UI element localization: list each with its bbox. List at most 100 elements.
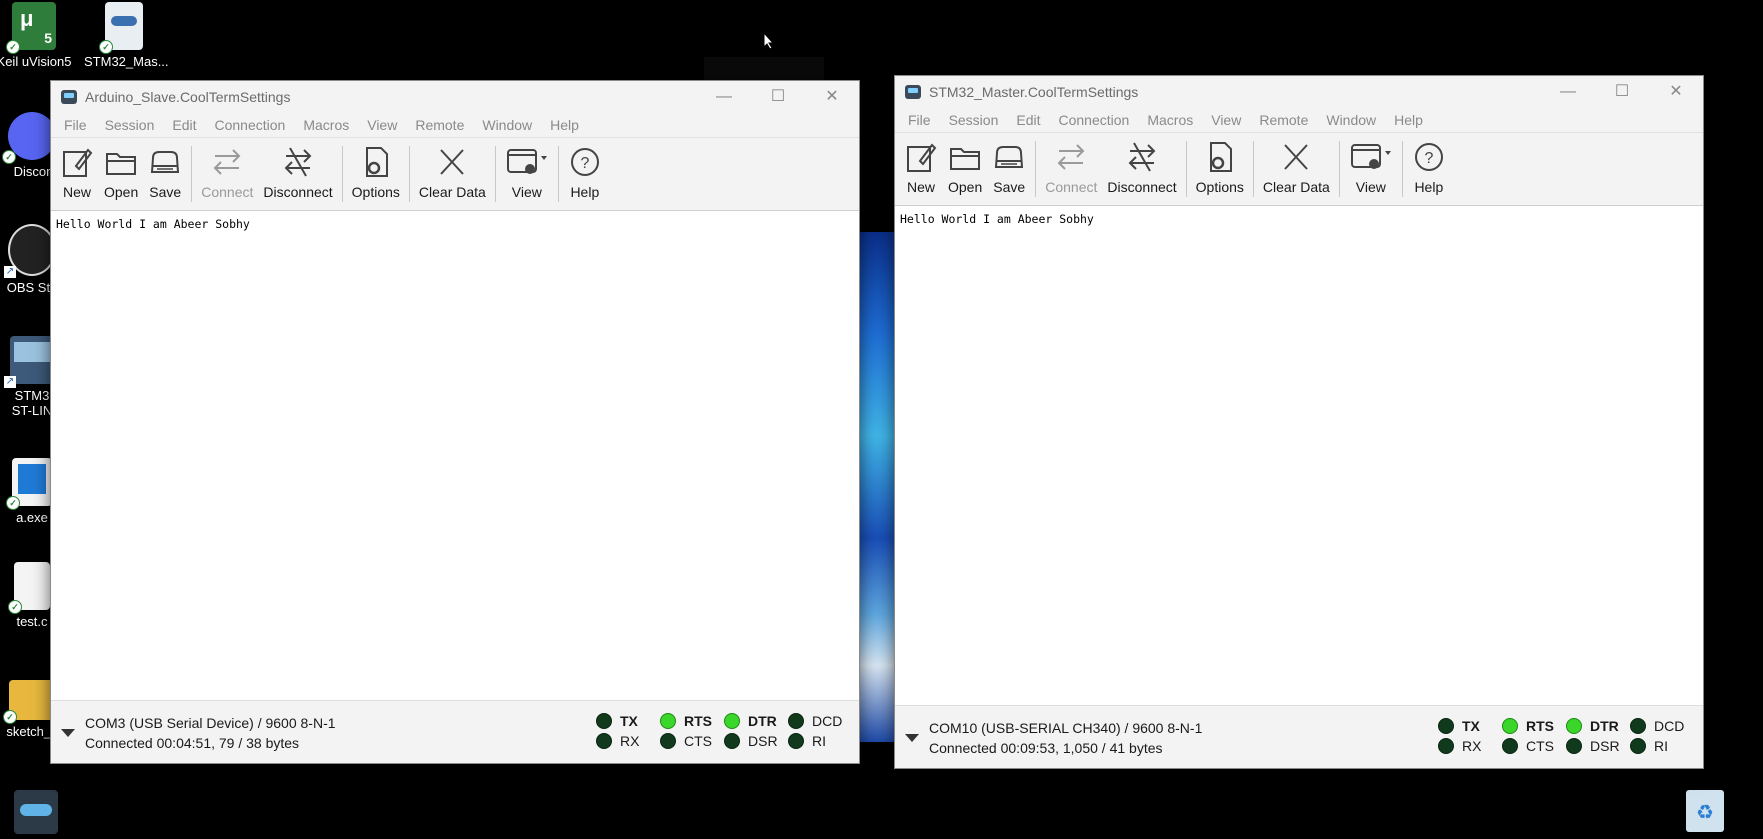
clear-data-button[interactable]: Clear Data xyxy=(414,138,491,210)
terminal-text: Hello World I am Abeer Sobhy xyxy=(900,212,1094,226)
help-button[interactable]: ? Help xyxy=(563,138,607,210)
menu-edit[interactable]: Edit xyxy=(1007,112,1049,128)
menu-view[interactable]: View xyxy=(358,117,406,133)
stlink-icon: ↗ xyxy=(4,336,54,388)
menu-session[interactable]: Session xyxy=(96,117,164,133)
toolbar-separator xyxy=(1035,141,1037,197)
title-bar[interactable]: Arduino_Slave.CoolTermSettings — ☐ ✕ xyxy=(51,81,859,113)
new-button[interactable]: New xyxy=(55,138,99,210)
menu-window[interactable]: Window xyxy=(473,117,541,133)
save-button[interactable]: Save xyxy=(143,138,187,210)
view-button[interactable]: View xyxy=(500,138,554,210)
led-indicator-icon xyxy=(660,733,676,749)
menu-macros[interactable]: Macros xyxy=(1138,112,1202,128)
led-indicator-icon xyxy=(1630,718,1646,734)
connect-button[interactable]: Connect xyxy=(1040,133,1102,205)
save-icon xyxy=(995,146,1024,168)
led-indicator-icon xyxy=(1566,738,1582,754)
maximize-icon[interactable]: ☐ xyxy=(751,81,805,113)
view-window-icon xyxy=(506,149,547,174)
options-button[interactable]: Options xyxy=(1191,133,1249,205)
svg-text:?: ? xyxy=(1424,150,1433,167)
led-ri: RI xyxy=(1630,738,1694,754)
led-indicator-icon xyxy=(788,713,804,729)
connection-status-text: Connected 00:04:51, 79 / 38 bytes xyxy=(85,735,300,751)
collapse-arrow-icon[interactable] xyxy=(905,734,919,742)
menu-macros[interactable]: Macros xyxy=(294,117,358,133)
led-rts: RTS xyxy=(660,713,724,729)
connect-button[interactable]: Connect xyxy=(196,138,258,210)
toolbar-separator xyxy=(1185,141,1187,197)
open-button[interactable]: Open xyxy=(943,133,987,205)
new-icon xyxy=(63,148,93,177)
menu-help[interactable]: Help xyxy=(541,117,588,133)
minimize-icon[interactable]: — xyxy=(697,81,751,113)
led-rts: RTS xyxy=(1502,718,1566,734)
menu-view[interactable]: View xyxy=(1202,112,1250,128)
toolbar-separator xyxy=(341,146,343,202)
status-bar: COM10 (USB-SERIAL CH340) / 9600 8-N-1 Co… xyxy=(895,705,1703,768)
menu-session[interactable]: Session xyxy=(940,112,1008,128)
close-icon[interactable]: ✕ xyxy=(1649,76,1703,108)
toolbar-separator xyxy=(408,146,410,202)
hover-tooltip-area xyxy=(704,57,824,81)
led-indicator-icon xyxy=(1630,738,1646,754)
led-ri: RI xyxy=(788,733,852,749)
help-button[interactable]: ? Help xyxy=(1407,133,1451,205)
open-button[interactable]: Open xyxy=(99,138,143,210)
recycle-bin-icon[interactable]: ♻ xyxy=(1686,790,1724,832)
led-indicator-icon xyxy=(1566,718,1582,734)
led-indicator-icon xyxy=(788,733,804,749)
coolterm-app-icon xyxy=(905,85,921,99)
desktop-icon-stm32-master-settings[interactable]: ✓ STM32_Mas... xyxy=(84,2,169,69)
menu-connection[interactable]: Connection xyxy=(1050,112,1139,128)
terminal-icon xyxy=(14,790,58,834)
led-indicator-icon xyxy=(1438,718,1454,734)
options-button[interactable]: Options xyxy=(347,138,405,210)
desktop-icon-coolterm[interactable] xyxy=(0,790,76,838)
close-icon[interactable]: ✕ xyxy=(805,81,859,113)
new-button[interactable]: New xyxy=(899,133,943,205)
led-rx: RX xyxy=(1438,738,1502,754)
toolbar: New Open Save Connect Disconnect Options… xyxy=(51,138,859,211)
menu-edit[interactable]: Edit xyxy=(163,117,205,133)
terminal-area[interactable]: Hello World I am Abeer Sobhy xyxy=(895,206,1703,707)
menu-file[interactable]: File xyxy=(899,112,940,128)
toolbar: New Open Save Connect Disconnect Options… xyxy=(895,133,1703,206)
desktop-icon-keil[interactable]: μ 5 ✓ Keil uVision5 xyxy=(0,2,74,69)
menu-remote[interactable]: Remote xyxy=(1250,112,1317,128)
mouse-cursor-icon xyxy=(763,32,775,50)
menu-help[interactable]: Help xyxy=(1385,112,1432,128)
led-cts: CTS xyxy=(1502,738,1566,754)
led-tx: TX xyxy=(596,713,660,729)
clear-data-button[interactable]: Clear Data xyxy=(1258,133,1335,205)
toolbar-separator xyxy=(1252,141,1254,197)
maximize-icon[interactable]: ☐ xyxy=(1595,76,1649,108)
options-gear-icon xyxy=(365,147,388,177)
terminal-area[interactable]: Hello World I am Abeer Sobhy xyxy=(51,211,859,702)
port-settings-text: COM3 (USB Serial Device) / 9600 8-N-1 xyxy=(85,715,336,731)
led-tx: TX xyxy=(1438,718,1502,734)
led-indicator-icon xyxy=(724,713,740,729)
view-button[interactable]: View xyxy=(1344,133,1398,205)
led-cts: CTS xyxy=(660,733,724,749)
menu-window[interactable]: Window xyxy=(1317,112,1385,128)
port-settings-text: COM10 (USB-SERIAL CH340) / 9600 8-N-1 xyxy=(929,720,1203,736)
window-title: STM32_Master.CoolTermSettings xyxy=(929,84,1139,100)
led-dsr: DSR xyxy=(1566,738,1630,754)
disconnect-button[interactable]: Disconnect xyxy=(258,138,337,210)
toolbar-separator xyxy=(1338,141,1340,197)
led-dsr: DSR xyxy=(724,733,788,749)
help-question-icon: ? xyxy=(1414,143,1443,171)
document-icon: ✓ xyxy=(8,562,50,614)
connect-arrows-icon xyxy=(1057,144,1085,170)
save-button[interactable]: Save xyxy=(987,133,1031,205)
menu-remote[interactable]: Remote xyxy=(406,117,473,133)
minimize-icon[interactable]: — xyxy=(1541,76,1595,108)
title-bar[interactable]: STM32_Master.CoolTermSettings — ☐ ✕ xyxy=(895,76,1703,108)
led-dcd: DCD xyxy=(1630,718,1694,734)
menu-connection[interactable]: Connection xyxy=(206,117,295,133)
collapse-arrow-icon[interactable] xyxy=(61,729,75,737)
menu-file[interactable]: File xyxy=(55,117,96,133)
disconnect-button[interactable]: Disconnect xyxy=(1102,133,1181,205)
